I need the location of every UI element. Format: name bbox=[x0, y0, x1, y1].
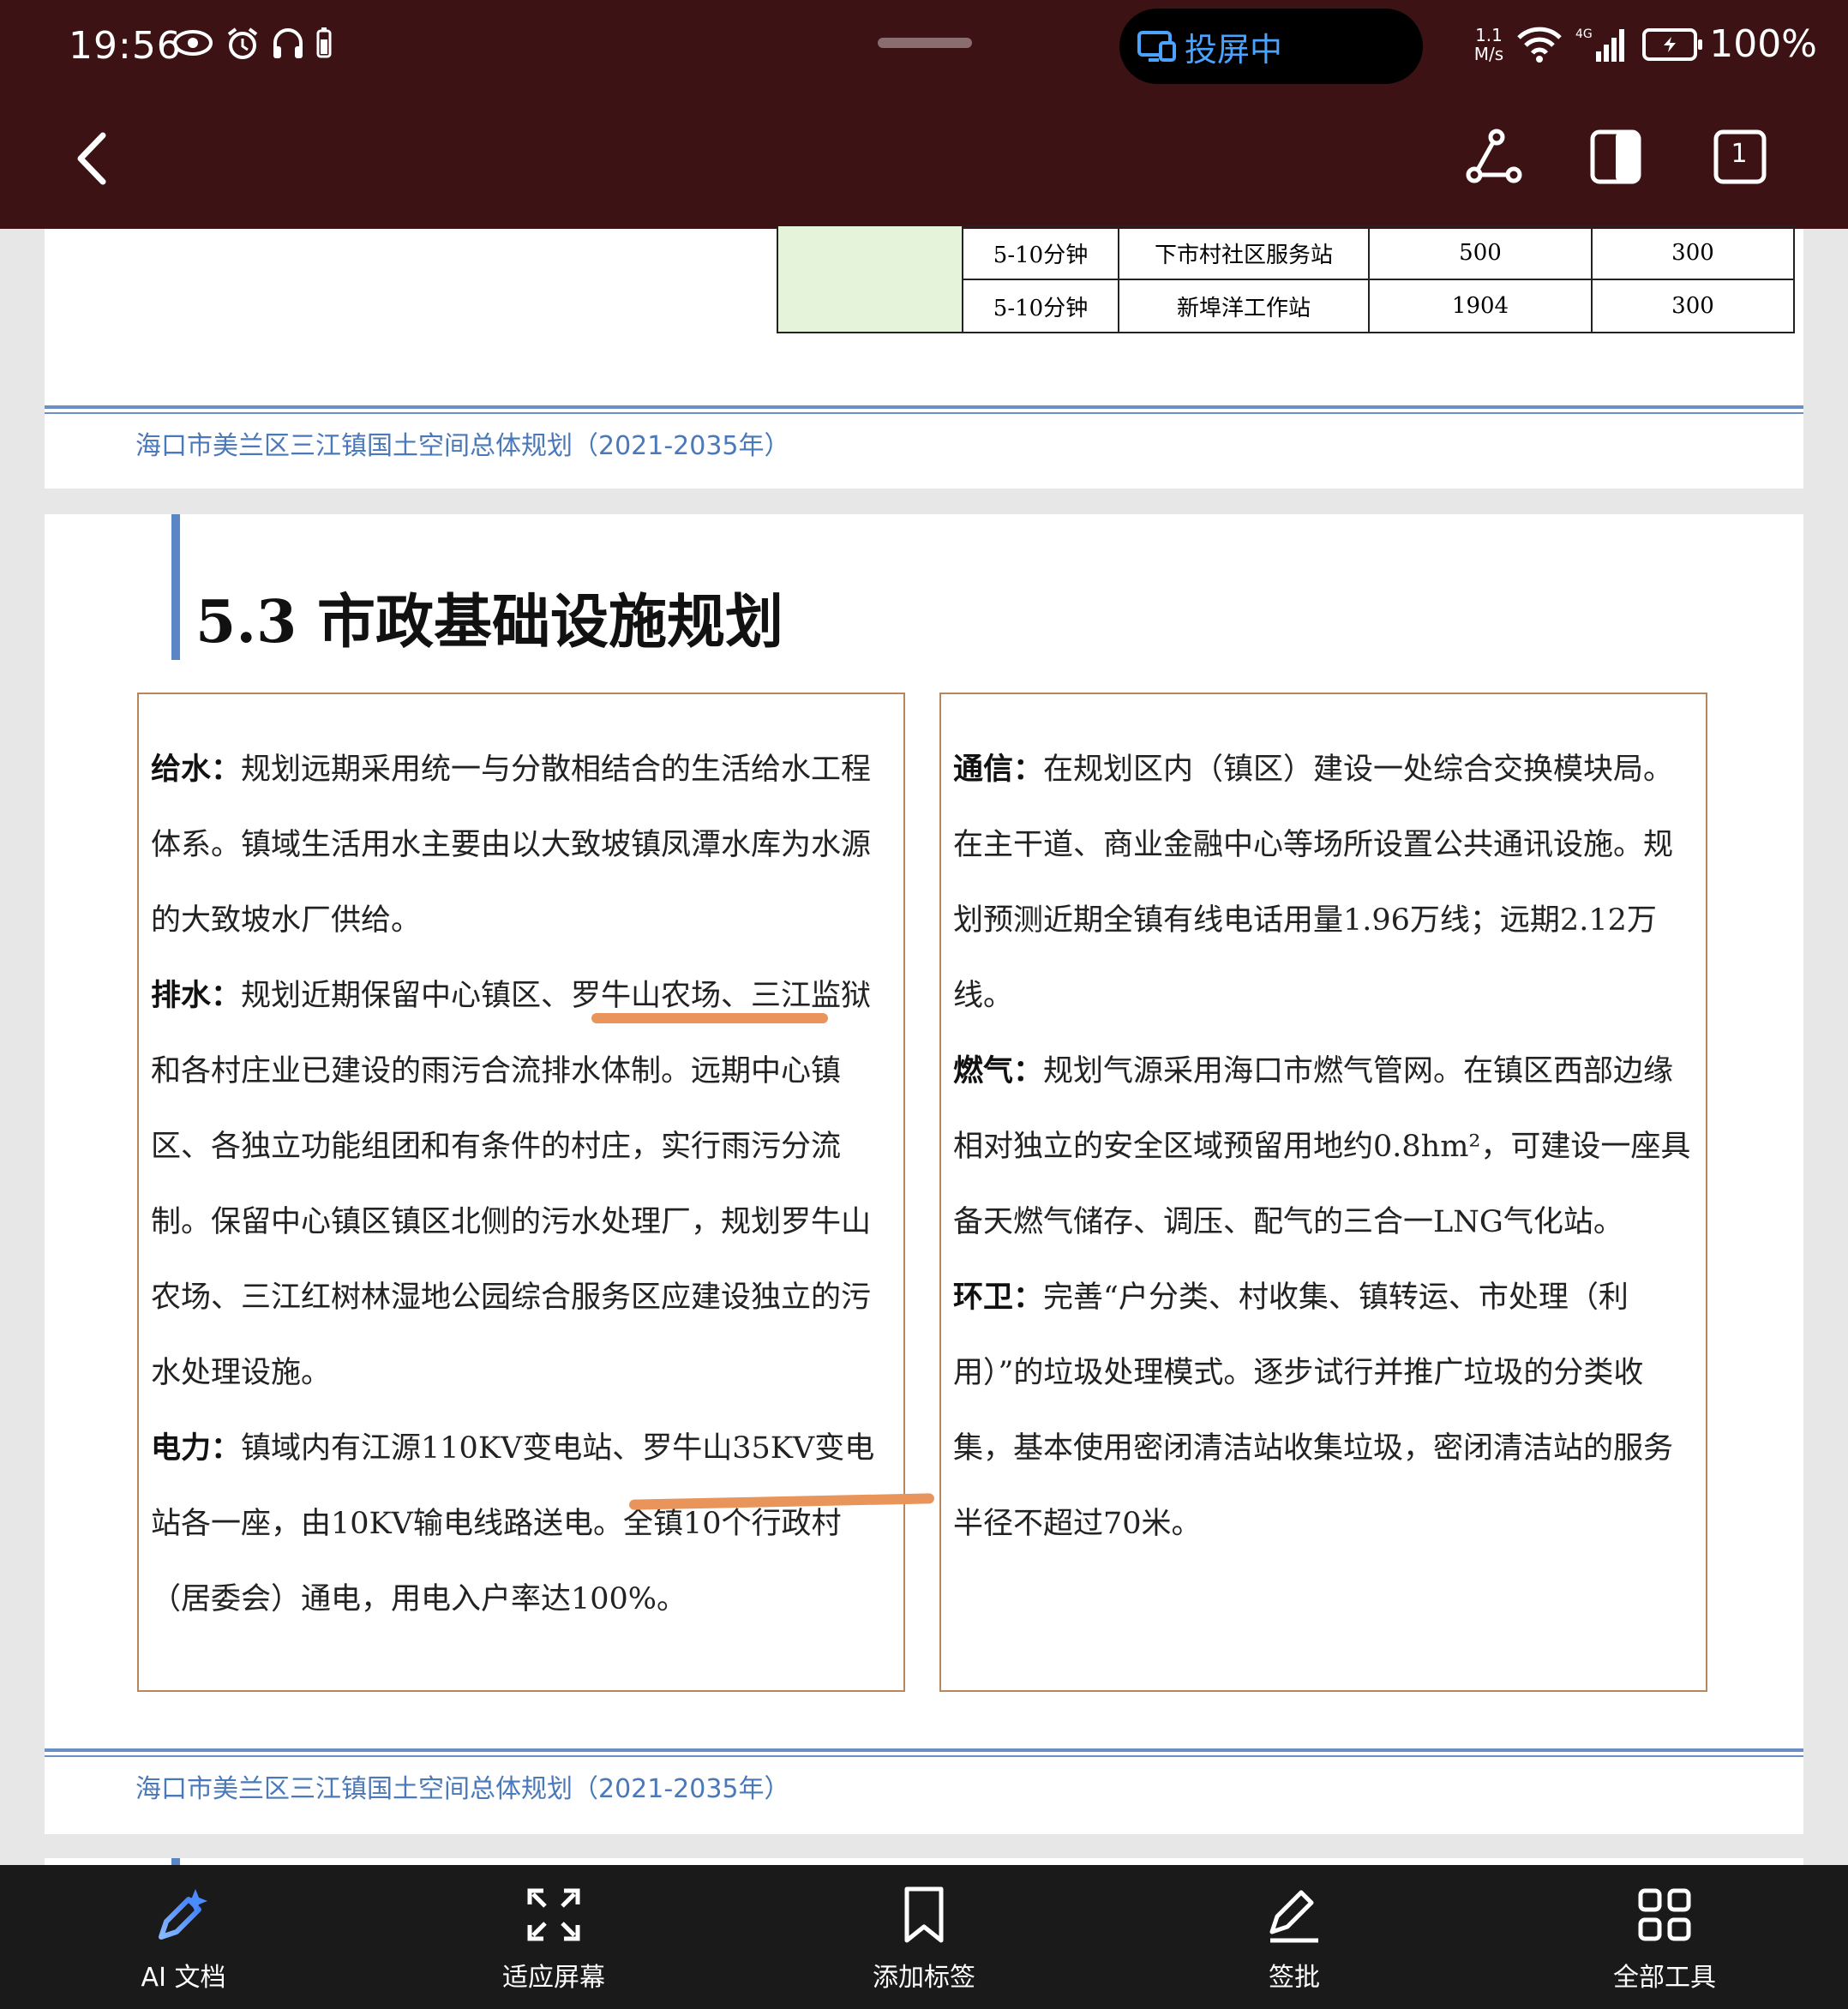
gas-label: 燃气： bbox=[953, 1053, 1044, 1088]
headphones-icon bbox=[273, 28, 303, 58]
current-page: 5.3 市政基础设施规划 给水：规划远期采用统一与分散相结合的生活给水工程体系。… bbox=[45, 514, 1803, 1834]
wifi-icon bbox=[1517, 27, 1562, 63]
table-cell: 300 bbox=[1591, 225, 1795, 280]
notch-pill bbox=[878, 38, 972, 48]
drainage-label: 排水： bbox=[151, 978, 242, 1013]
water-supply-label: 给水： bbox=[151, 752, 242, 787]
all-tools-label: 全部工具 bbox=[1613, 1963, 1716, 1993]
gas-text: 规划气源采用海口市燃气管网。在镇区西部边缘相对独立的安全区域预留用地约0.8hm… bbox=[953, 1054, 1691, 1239]
casting-label: 投屏中 bbox=[1185, 30, 1283, 69]
bottom-toolbar: AI 文档 适应屏幕 添加标签 签批 全部工具 bbox=[0, 1865, 1848, 2009]
battery-percent: 100% bbox=[1709, 22, 1817, 66]
page-count-button[interactable]: 1 bbox=[1711, 127, 1771, 187]
power-label: 电力： bbox=[151, 1430, 242, 1466]
reading-mode-icon[interactable] bbox=[1586, 127, 1646, 187]
ai-document-label: AI 文档 bbox=[141, 1963, 226, 1993]
grid-tools-icon bbox=[1638, 1888, 1691, 1941]
network-speed-unit: M/s bbox=[1473, 43, 1504, 64]
network-speed-value: 1.1 bbox=[1475, 24, 1503, 45]
annotate-label: 签批 bbox=[1269, 1963, 1320, 1993]
footer-rule-thin bbox=[45, 412, 1803, 414]
page-count: 1 bbox=[1731, 139, 1748, 169]
section-heading: 5.3 市政基础设施规划 bbox=[195, 588, 783, 657]
table-cell: 1904 bbox=[1368, 279, 1593, 333]
all-tools-button[interactable]: 全部工具 bbox=[1570, 1882, 1759, 1994]
gas-paragraph: 燃气：规划气源采用海口市燃气管网。在镇区西部边缘相对独立的安全区域预留用地约0.… bbox=[953, 1034, 1694, 1260]
table-cell: 新埠洋工作站 bbox=[1118, 279, 1370, 333]
next-page-edge bbox=[45, 1858, 1803, 1865]
page-footer: 海口市美兰区三江镇国土空间总体规划（2021-2035年） bbox=[135, 1774, 790, 1804]
fit-screen-icon bbox=[527, 1888, 580, 1941]
left-info-box: 给水：规划远期采用统一与分散相结合的生活给水工程体系。镇域生活用水主要由以大致坡… bbox=[137, 693, 905, 1692]
sanitation-text: 完善“户分类、村收集、镇转运、市处理（利用）”的垃圾处理模式。逐步试行并推广垃圾… bbox=[953, 1280, 1674, 1541]
top-app-bar: 19:56 投屏中 1.1 M/s 4G 100% 1 bbox=[0, 0, 1848, 229]
footer-rule-thin bbox=[45, 1755, 1803, 1757]
facility-table: 5-10分钟 下市村社区服务站 500 300 5-10分钟 新埠洋工作站 19… bbox=[777, 225, 1795, 333]
casting-indicator[interactable]: 投屏中 bbox=[1119, 9, 1423, 84]
telecom-paragraph: 通信：在规划区内（镇区）建设一处综合交换模块局。在主干道、商业金融中心等场所设置… bbox=[953, 732, 1694, 1034]
heading-accent-bar bbox=[171, 1858, 180, 1865]
right-info-box: 通信：在规划区内（镇区）建设一处综合交换模块局。在主干道、商业金融中心等场所设置… bbox=[939, 693, 1707, 1692]
power-paragraph: 电力：镇域内有江源110KV变电站、罗牛山35KV变电站各一座，由10KV输电线… bbox=[151, 1411, 891, 1637]
annotate-button[interactable]: 签批 bbox=[1200, 1882, 1389, 1994]
heading-accent-bar bbox=[171, 514, 180, 660]
fit-screen-label: 适应屏幕 bbox=[502, 1963, 605, 1993]
power-text: 镇域内有江源110KV变电站、罗牛山35KV变电站各一座，由10KV输电线路送电… bbox=[151, 1431, 875, 1616]
sanitation-label: 环卫： bbox=[953, 1280, 1044, 1315]
drainage-paragraph: 排水：规划近期保留中心镇区、罗牛山农场、三江监狱和各村庄业已建设的雨污合流排水体… bbox=[151, 958, 891, 1411]
signal-4g-icon: 4G bbox=[1575, 27, 1625, 62]
status-icons-right: 1.1 M/s 4G 100% bbox=[1474, 22, 1817, 66]
previous-page: 5-10分钟 下市村社区服务站 500 300 5-10分钟 新埠洋工作站 19… bbox=[45, 225, 1803, 489]
footer-rule bbox=[45, 1748, 1803, 1752]
telecom-text: 在规划区内（镇区）建设一处综合交换模块局。在主干道、商业金融中心等场所设置公共通… bbox=[953, 753, 1674, 1013]
page-footer: 海口市美兰区三江镇国土空间总体规划（2021-2035年） bbox=[135, 431, 790, 461]
table-cell: 300 bbox=[1591, 279, 1795, 333]
status-icons-left bbox=[171, 26, 333, 62]
add-bookmark-button[interactable]: 添加标签 bbox=[830, 1882, 1018, 1994]
footer-rule bbox=[45, 405, 1803, 409]
highlight-annotation[interactable] bbox=[591, 1013, 828, 1023]
water-supply-text: 规划远期采用统一与分散相结合的生活给水工程体系。镇域生活用水主要由以大致坡镇凤潭… bbox=[151, 753, 872, 938]
eye-icon bbox=[173, 30, 213, 56]
back-arrow-icon[interactable] bbox=[69, 129, 120, 189]
headphones-battery-icon bbox=[316, 27, 332, 58]
bookmark-icon bbox=[904, 1886, 944, 1943]
svg-text:4G: 4G bbox=[1575, 27, 1593, 41]
alarm-icon bbox=[227, 27, 258, 59]
ai-pen-icon bbox=[159, 1889, 207, 1940]
table-cell-category bbox=[777, 226, 963, 333]
table-row: 5-10分钟 下市村社区服务站 500 300 bbox=[777, 225, 1795, 333]
table-cell: 5-10分钟 bbox=[962, 225, 1119, 280]
network-speed: 1.1 M/s bbox=[1474, 26, 1503, 63]
telecom-label: 通信： bbox=[953, 752, 1044, 787]
water-supply-paragraph: 给水：规划远期采用统一与分散相结合的生活给水工程体系。镇域生活用水主要由以大致坡… bbox=[151, 732, 891, 958]
status-time: 19:56 bbox=[69, 24, 182, 68]
drainage-text: 规划近期保留中心镇区、罗牛山农场、三江监狱和各村庄业已建设的雨污合流排水体制。远… bbox=[151, 979, 872, 1390]
table-cell: 500 bbox=[1368, 225, 1593, 280]
table-cell: 下市村社区服务站 bbox=[1118, 225, 1370, 280]
battery-icon bbox=[1642, 27, 1703, 61]
share-icon[interactable] bbox=[1464, 127, 1524, 187]
sign-pen-icon bbox=[1269, 1890, 1318, 1943]
table-cell: 5-10分钟 bbox=[962, 279, 1119, 333]
ai-document-button[interactable]: AI 文档 bbox=[89, 1882, 278, 1994]
sanitation-paragraph: 环卫：完善“户分类、村收集、镇转运、市处理（利用）”的垃圾处理模式。逐步试行并推… bbox=[953, 1260, 1694, 1562]
fit-screen-button[interactable]: 适应屏幕 bbox=[459, 1882, 648, 1994]
add-bookmark-label: 添加标签 bbox=[873, 1963, 975, 1993]
cast-screen-icon bbox=[1137, 31, 1176, 62]
